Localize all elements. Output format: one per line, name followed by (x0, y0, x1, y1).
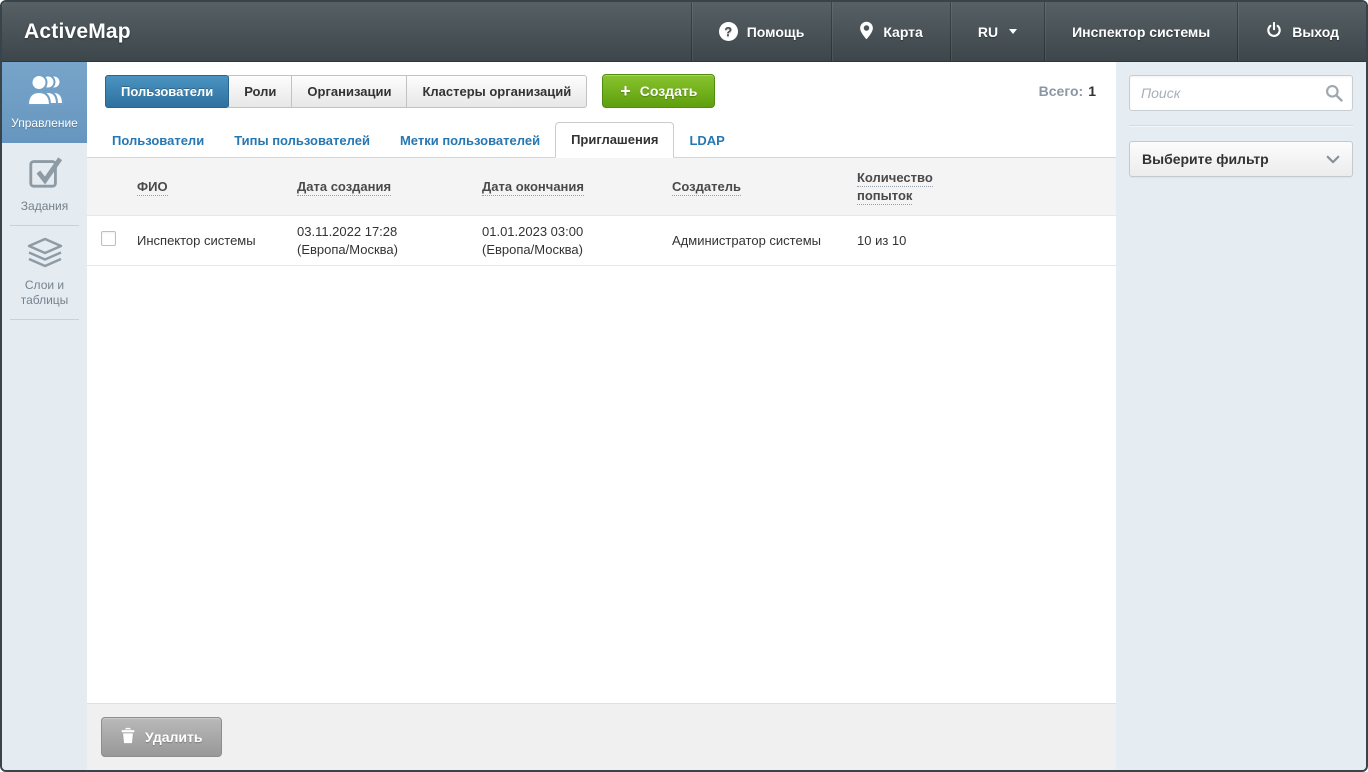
created-timezone: (Европа/Москва) (297, 241, 462, 259)
tab-users[interactable]: Пользователи (105, 75, 229, 108)
subtab-user-types[interactable]: Типы пользователей (219, 124, 385, 158)
tab-organizations[interactable]: Организации (291, 75, 407, 108)
cell-fio: Инспектор системы (127, 216, 287, 266)
map-pin-icon (859, 21, 874, 43)
invitations-table: ФИО Дата создания Дата окончания Создате… (87, 158, 1116, 266)
select-all-header-cell (87, 158, 127, 216)
panel-divider (1129, 125, 1353, 127)
table-header-row: ФИО Дата создания Дата окончания Создате… (87, 158, 1116, 216)
delete-button-label: Удалить (145, 729, 202, 745)
table-row[interactable]: Инспектор системы 03.11.2022 17:28 (Евро… (87, 216, 1116, 266)
subtab-users[interactable]: Пользователи (97, 124, 219, 158)
sidebar: Управление Задания (2, 62, 87, 770)
main-content: Пользователи Роли Организации Кластеры о… (87, 62, 1116, 770)
sidebar-item-label: Управление (6, 116, 83, 131)
task-check-icon (27, 154, 63, 193)
plus-icon: + (620, 84, 631, 98)
search-box (1129, 75, 1353, 111)
current-user-menu-item[interactable]: Инспектор системы (1044, 2, 1237, 61)
delete-button[interactable]: Удалить (101, 717, 222, 757)
column-header-created[interactable]: Дата создания (287, 158, 472, 216)
language-label: RU (978, 24, 998, 40)
search-icon (1324, 83, 1344, 108)
help-icon: ? (719, 22, 738, 41)
total-counter: Всего:1 (1039, 83, 1100, 99)
subtab-user-labels[interactable]: Метки пользователей (385, 124, 555, 158)
ends-timezone: (Европа/Москва) (482, 241, 652, 259)
power-icon (1265, 21, 1283, 42)
users-icon (23, 73, 67, 110)
filter-dropdown-label: Выберите фильтр (1142, 151, 1269, 167)
map-menu-item[interactable]: Карта (831, 2, 950, 61)
sidebar-item-label: Задания (6, 199, 83, 214)
action-footer: Удалить (87, 703, 1116, 770)
column-header-attempts[interactable]: Количество попыток (847, 158, 967, 216)
tab-org-clusters[interactable]: Кластеры организаций (406, 75, 587, 108)
entity-tabs: Пользователи Роли Организации Кластеры о… (105, 75, 587, 108)
app-logo: ActiveMap (2, 2, 153, 61)
help-label: Помощь (747, 24, 805, 40)
total-value: 1 (1088, 83, 1096, 99)
chevron-down-icon (1326, 151, 1340, 167)
subtab-ldap[interactable]: LDAP (674, 124, 739, 158)
sub-tabs: Пользователи Типы пользователей Метки по… (87, 122, 1116, 158)
sidebar-item-tasks[interactable]: Задания (2, 143, 87, 226)
row-checkbox[interactable] (101, 231, 116, 246)
create-button-label: Создать (640, 83, 698, 99)
filler-header-cell (967, 158, 1116, 216)
top-header: ActiveMap ? Помощь Карта RU Инспектор си… (2, 2, 1366, 62)
top-menu: ? Помощь Карта RU Инспектор системы (691, 2, 1366, 61)
layers-icon (26, 237, 64, 272)
create-button[interactable]: + Создать (602, 74, 715, 108)
tab-roles[interactable]: Роли (228, 75, 292, 108)
logout-menu-item[interactable]: Выход (1237, 2, 1366, 61)
trash-icon (121, 727, 135, 747)
sidebar-item-management[interactable]: Управление (2, 62, 87, 143)
help-menu-item[interactable]: ? Помощь (691, 2, 832, 61)
toolbar: Пользователи Роли Организации Кластеры о… (87, 62, 1116, 112)
logout-label: Выход (1292, 24, 1339, 40)
created-datetime: 03.11.2022 17:28 (297, 223, 462, 241)
chevron-down-icon (1009, 29, 1017, 34)
filter-panel: Выберите фильтр (1116, 62, 1366, 770)
cell-attempts: 10 из 10 (847, 216, 967, 266)
sidebar-item-layers[interactable]: Слои и таблицы (2, 226, 87, 320)
filter-dropdown[interactable]: Выберите фильтр (1129, 141, 1353, 177)
app-window: ActiveMap ? Помощь Карта RU Инспектор си… (0, 0, 1368, 772)
cell-created: 03.11.2022 17:28 (Европа/Москва) (287, 216, 472, 266)
total-label: Всего: (1039, 83, 1084, 99)
search-input[interactable] (1129, 75, 1353, 111)
body: Управление Задания (2, 62, 1366, 770)
cell-ends: 01.01.2023 03:00 (Европа/Москва) (472, 216, 662, 266)
map-label: Карта (883, 24, 923, 40)
current-user-label: Инспектор системы (1072, 24, 1210, 40)
language-dropdown[interactable]: RU (950, 2, 1044, 61)
column-header-fio[interactable]: ФИО (127, 158, 287, 216)
column-header-creator[interactable]: Создатель (662, 158, 847, 216)
column-header-ends[interactable]: Дата окончания (472, 158, 662, 216)
cell-creator: Администратор системы (662, 216, 847, 266)
filler-cell (967, 216, 1116, 266)
ends-datetime: 01.01.2023 03:00 (482, 223, 652, 241)
row-checkbox-cell (87, 216, 127, 266)
sidebar-item-label: Слои и таблицы (6, 278, 83, 308)
subtab-invitations[interactable]: Приглашения (555, 122, 674, 158)
